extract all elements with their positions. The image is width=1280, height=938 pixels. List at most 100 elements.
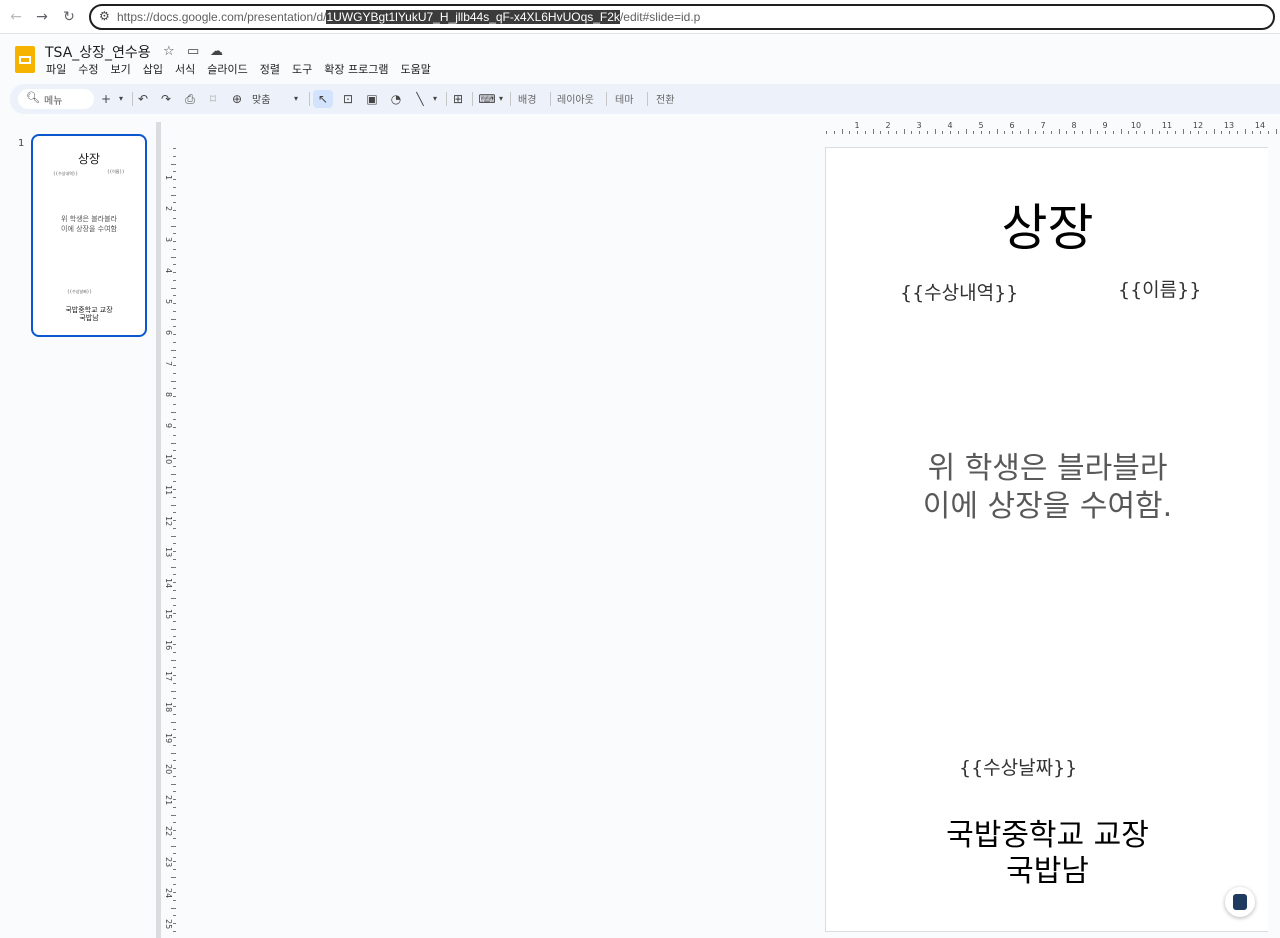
zoom-icon[interactable]: ⊕ bbox=[230, 90, 244, 108]
insert-image-icon[interactable]: ▣ bbox=[364, 90, 380, 108]
input-tools-icon[interactable]: ⌨ bbox=[478, 90, 496, 108]
cloud-status-icon[interactable]: ☁ bbox=[210, 44, 223, 59]
slide-body[interactable]: 위 학생은 블라블라 이에 상장을 수여함. bbox=[826, 450, 1268, 526]
menu-format[interactable]: 서식 bbox=[169, 62, 201, 80]
signer-line: 국밥남 bbox=[1006, 854, 1089, 889]
ruler-tick bbox=[173, 241, 176, 242]
ruler-tick bbox=[934, 129, 936, 134]
reload-icon[interactable]: ↻ bbox=[59, 7, 79, 27]
ruler-tick bbox=[1190, 131, 1192, 134]
ruler-label: 9 bbox=[1102, 121, 1108, 130]
ruler-tick bbox=[173, 403, 176, 405]
ruler-tick bbox=[171, 442, 176, 444]
menu-help[interactable]: 도움말 bbox=[394, 62, 436, 80]
signer-block[interactable]: 국밥중학교 교장 국밥남 bbox=[826, 818, 1268, 890]
ruler-tick bbox=[173, 272, 176, 273]
input-tools-dropdown-icon[interactable]: ▾ bbox=[496, 90, 506, 108]
award-placeholder[interactable]: {{수상내역}} bbox=[900, 278, 1018, 305]
text-box-icon[interactable]: ⊡ bbox=[340, 90, 356, 108]
ruler-tick bbox=[173, 589, 176, 591]
ruler-label: 2 bbox=[885, 121, 891, 130]
ruler-tick bbox=[1128, 131, 1130, 134]
menu-extensions[interactable]: 확장 프로그램 bbox=[318, 62, 394, 80]
menu-view[interactable]: 보기 bbox=[105, 62, 137, 80]
ruler-label: 10 bbox=[1130, 121, 1142, 130]
background-button[interactable]: 배경 bbox=[518, 91, 536, 106]
ruler-tick bbox=[173, 217, 176, 219]
date-placeholder[interactable]: {{수상날짜}} bbox=[959, 753, 1077, 780]
ruler-tick bbox=[1174, 131, 1176, 134]
layout-button[interactable]: 레이아웃 bbox=[557, 91, 594, 106]
horizontal-ruler[interactable]: 1 2 3 4 5 6 7 8 9 10 11 12 13 14 bbox=[176, 120, 1280, 134]
ruler-tick bbox=[988, 131, 990, 134]
ruler-tick bbox=[1143, 131, 1145, 134]
new-slide-dropdown-icon[interactable]: ▾ bbox=[116, 90, 126, 108]
ruler-tick bbox=[833, 131, 835, 134]
search-icon: 🔍︎ bbox=[26, 91, 40, 104]
address-bar[interactable]: ⚙ https://docs.google.com/presentation/d… bbox=[89, 4, 1275, 30]
thumbnail-award: {{수상내역}} bbox=[53, 171, 78, 176]
slide-title[interactable]: 상장 bbox=[826, 188, 1268, 260]
add-comment-icon[interactable]: ⊞ bbox=[450, 90, 466, 108]
ruler-tick bbox=[903, 129, 905, 134]
new-slide-icon[interactable]: + bbox=[99, 90, 113, 108]
ruler-tick bbox=[171, 876, 176, 878]
ruler-tick bbox=[173, 830, 176, 831]
menu-insert[interactable]: 삽입 bbox=[137, 62, 169, 80]
ruler-tick bbox=[173, 551, 176, 552]
ruler-tick bbox=[171, 783, 176, 785]
toolbar-divider bbox=[446, 92, 447, 106]
menu-bar: 파일 수정 보기 삽입 서식 슬라이드 정렬 도구 확장 프로그램 도움말 bbox=[40, 62, 437, 80]
menu-tools[interactable]: 도구 bbox=[286, 62, 318, 80]
ruler-tick bbox=[173, 651, 176, 653]
document-title[interactable]: TSA_상장_연수용 bbox=[45, 42, 151, 62]
ruler-tick bbox=[173, 310, 176, 312]
ruler-tick bbox=[173, 675, 176, 676]
ruler-label: 12 bbox=[1192, 121, 1204, 130]
slides-logo-icon[interactable] bbox=[15, 46, 35, 73]
line-icon[interactable]: ╲ bbox=[412, 90, 428, 108]
ruler-tick bbox=[1112, 131, 1114, 134]
ruler-tick bbox=[1260, 131, 1261, 134]
slide-thumbnail[interactable]: 상장 {{수상내역}} {{이름}} 위 학생은 블라블라 이에 상장을 수여함… bbox=[31, 134, 147, 337]
ruler-tick bbox=[173, 489, 176, 490]
undo-icon[interactable]: ↶ bbox=[136, 90, 150, 108]
ruler-tick bbox=[171, 907, 176, 909]
menu-file[interactable]: 파일 bbox=[40, 62, 72, 80]
ruler-tick bbox=[173, 520, 176, 521]
forward-icon[interactable]: → bbox=[32, 7, 52, 27]
thumbnail-body: 위 학생은 블라블라 이에 상장을 수여함 bbox=[33, 214, 145, 234]
menu-edit[interactable]: 수정 bbox=[72, 62, 104, 80]
site-settings-icon[interactable]: ⚙ bbox=[99, 9, 110, 23]
ruler-tick bbox=[1151, 129, 1153, 134]
toolbar-divider bbox=[647, 92, 648, 106]
menu-search[interactable]: 🔍︎ 메뉴 bbox=[18, 89, 94, 109]
vertical-ruler[interactable]: 1 2 3 4 5 6 7 8 9 10 11 12 13 14 15 16 17 18 19 20 21 22 23 24 2… bbox=[160, 134, 176, 938]
ruler-tick bbox=[981, 131, 982, 134]
ruler-tick bbox=[173, 334, 176, 335]
ruler-tick bbox=[173, 775, 176, 777]
paint-format-icon[interactable]: ⌑ bbox=[206, 90, 220, 108]
ruler-tick bbox=[171, 318, 176, 320]
redo-icon[interactable]: ↷ bbox=[159, 90, 173, 108]
menu-arrange[interactable]: 정렬 bbox=[254, 62, 286, 80]
ruler-label: 1 bbox=[164, 175, 173, 181]
shape-icon[interactable]: ◔ bbox=[388, 90, 404, 108]
zoom-dropdown-icon[interactable]: ▾ bbox=[291, 90, 301, 108]
move-folder-icon[interactable]: ▭ bbox=[187, 44, 199, 59]
ruler-tick bbox=[826, 131, 827, 134]
line-dropdown-icon[interactable]: ▾ bbox=[430, 90, 440, 108]
name-placeholder[interactable]: {{이름}} bbox=[1118, 275, 1201, 302]
star-icon[interactable]: ☆ bbox=[163, 44, 175, 59]
zoom-select[interactable]: 맞춤 bbox=[252, 91, 270, 106]
gemini-assistant-icon[interactable] bbox=[1225, 887, 1255, 917]
print-icon[interactable]: ⎙ bbox=[183, 90, 197, 108]
ruler-tick bbox=[173, 496, 176, 498]
select-cursor-icon[interactable]: ↖ bbox=[313, 90, 333, 108]
back-icon[interactable]: ← bbox=[6, 7, 26, 27]
slide-page[interactable]: 상장 {{수상내역}} {{이름}} 위 학생은 블라블라 이에 상장을 수여함… bbox=[825, 147, 1268, 932]
slide-body-line: 이에 상장을 수여함. bbox=[922, 489, 1173, 524]
theme-button[interactable]: 테마 bbox=[615, 91, 633, 106]
menu-slide[interactable]: 슬라이드 bbox=[201, 62, 253, 80]
transition-button[interactable]: 전환 bbox=[656, 91, 674, 106]
